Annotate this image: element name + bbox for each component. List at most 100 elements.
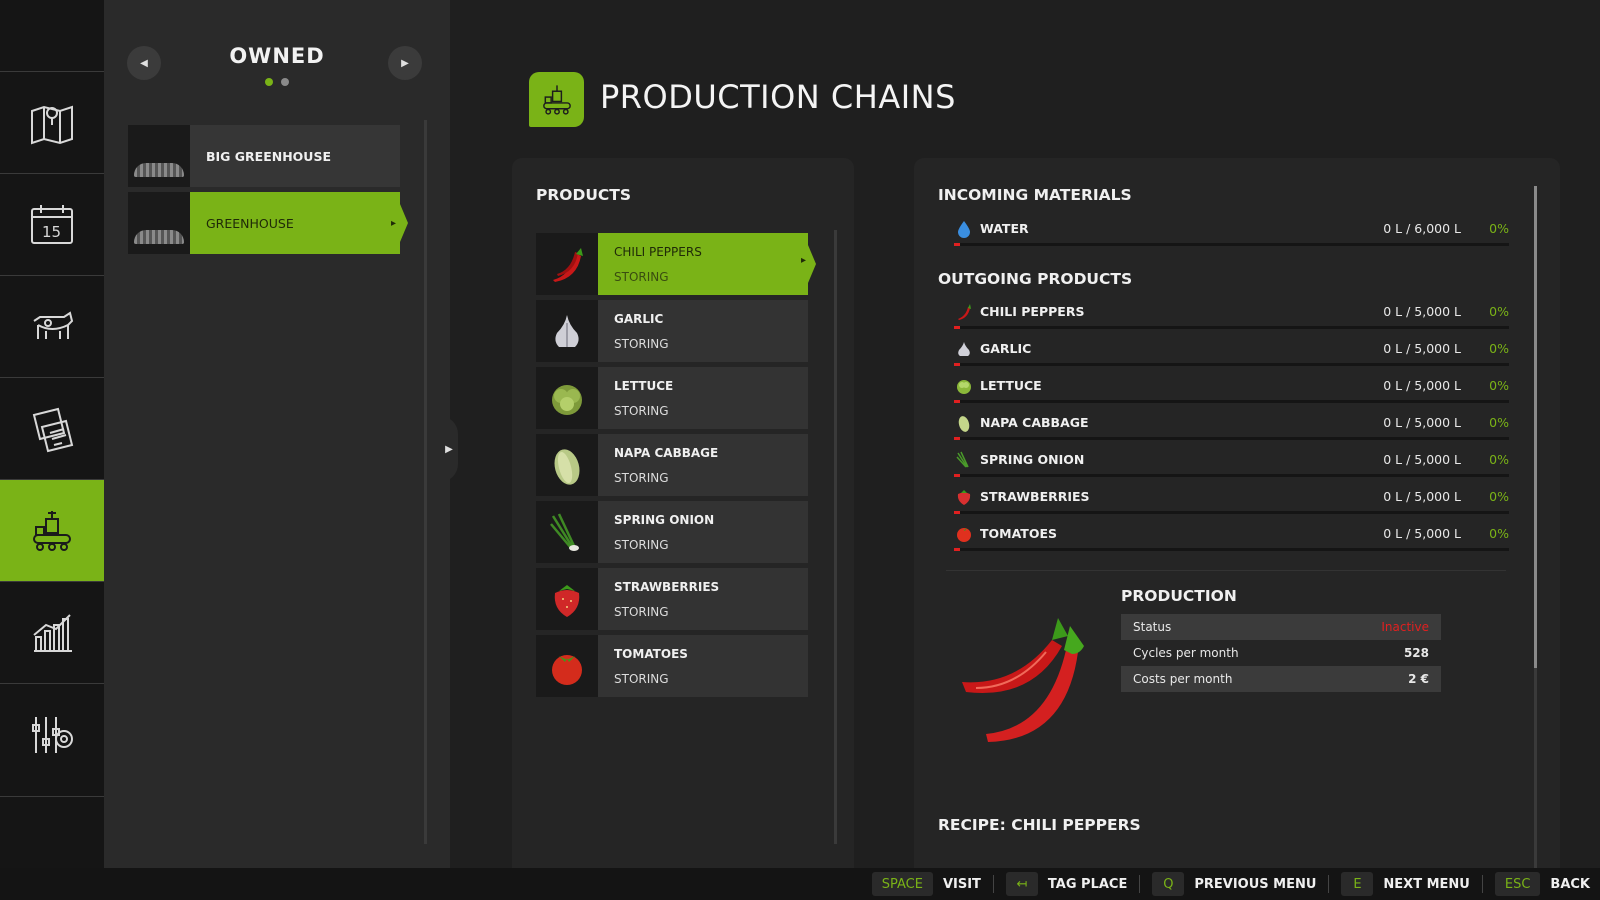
- collapse-panel-button[interactable]: ▶: [440, 416, 458, 482]
- product-name: NAPA CABBAGE: [980, 415, 1089, 430]
- spring-onion-icon: [954, 450, 974, 470]
- product-item-napa-cabbage[interactable]: NAPA CABBAGE STORING: [536, 434, 808, 496]
- outgoing-row-spring-onion: SPRING ONION 0 L / 5,000 L 0%: [954, 448, 1509, 484]
- product-status: STORING: [614, 403, 669, 418]
- hint-separator: [1139, 875, 1141, 893]
- nav-animals[interactable]: [0, 275, 104, 377]
- arrow-right-icon: ▶: [445, 443, 453, 455]
- nav-map[interactable]: [0, 71, 104, 173]
- material-percent: 0%: [1489, 221, 1509, 236]
- hint-separator: [1481, 875, 1483, 893]
- product-item-strawberries[interactable]: STRAWBERRIES STORING: [536, 568, 808, 630]
- product-amount: 0 L / 5,000 L: [1383, 526, 1461, 541]
- hint-separator: [1328, 875, 1330, 893]
- fill-bar: [954, 511, 1509, 514]
- tomato-icon: [536, 635, 598, 697]
- product-item-spring-onion[interactable]: SPRING ONION STORING: [536, 501, 808, 563]
- hint-tag-place[interactable]: ↤ TAG PLACE: [1005, 872, 1128, 896]
- chili-icon: [954, 302, 974, 322]
- hint-back[interactable]: ESC BACK: [1494, 872, 1590, 896]
- products-panel: PRODUCTS CHILI PEPPERS STORING GARLIC STOR…: [512, 158, 854, 868]
- calendar-icon: 15: [31, 204, 73, 244]
- fill-bar: [954, 437, 1509, 440]
- product-name: CHILI PEPPERS: [614, 244, 702, 259]
- next-page-button[interactable]: ▶: [388, 46, 422, 80]
- scrollbar-thumb[interactable]: [1534, 186, 1537, 668]
- svg-text:15: 15: [42, 223, 61, 241]
- owned-scrollbar[interactable]: [424, 120, 427, 844]
- hint-next-menu[interactable]: E NEXT MENU: [1341, 872, 1470, 896]
- garlic-icon: [536, 300, 598, 362]
- product-name: STRAWBERRIES: [980, 489, 1090, 504]
- details-scrollbar[interactable]: [1534, 186, 1537, 868]
- product-item-lettuce[interactable]: LETTUCE STORING: [536, 367, 808, 429]
- page-dot[interactable]: [281, 78, 289, 86]
- chili-icon: [536, 233, 598, 295]
- production-title: PRODUCTION: [1121, 587, 1237, 605]
- outgoing-row-tomatoes: TOMATOES 0 L / 5,000 L 0%: [954, 522, 1509, 558]
- stat-label: Status: [1133, 620, 1172, 634]
- strawberry-icon: [954, 487, 974, 507]
- product-amount: 0 L / 5,000 L: [1383, 452, 1461, 467]
- fill-bar: [954, 243, 1509, 246]
- product-percent: 0%: [1489, 378, 1509, 393]
- hint-action: BACK: [1550, 876, 1590, 892]
- owned-panel: ◀ OWNED ▶ BIG GREENHOUSE GREENHOUSE: [104, 0, 450, 868]
- product-name: GARLIC: [980, 341, 1032, 356]
- strawberry-icon: [536, 568, 598, 630]
- product-percent: 0%: [1489, 415, 1509, 430]
- product-status: STORING: [614, 269, 669, 284]
- status-value: Inactive: [1381, 620, 1429, 634]
- product-name: TOMATOES: [614, 646, 688, 661]
- product-status: STORING: [614, 604, 669, 619]
- place-item-big-greenhouse[interactable]: BIG GREENHOUSE: [128, 125, 400, 187]
- key-badge: Q: [1152, 872, 1185, 896]
- hint-previous-menu[interactable]: Q PREVIOUS MENU: [1152, 872, 1316, 896]
- key-hints-bar: SPACE VISIT ↤ TAG PLACE Q PREVIOUS MENU …: [0, 868, 1600, 900]
- spring-onion-icon: [536, 501, 598, 563]
- product-status: STORING: [614, 336, 669, 351]
- cow-icon: [33, 310, 74, 339]
- product-amount: 0 L / 5,000 L: [1383, 304, 1461, 319]
- product-name: STRAWBERRIES: [614, 579, 720, 594]
- fill-bar: [954, 400, 1509, 403]
- product-amount: 0 L / 5,000 L: [1383, 415, 1461, 430]
- garlic-icon: [954, 339, 974, 359]
- game-menu-screen: 15 ◀ OWNED ▶ BIG GREENHOUSE GREENHOUSE ▸…: [0, 0, 1600, 900]
- place-label: GREENHOUSE: [190, 192, 400, 254]
- outgoing-row-chili-peppers: CHILI PEPPERS 0 L / 5,000 L 0%: [954, 300, 1509, 336]
- outgoing-title: OUTGOING PRODUCTS: [938, 270, 1133, 288]
- page-title: PRODUCTION CHAINS: [600, 78, 956, 116]
- incoming-title: INCOMING MATERIALS: [938, 186, 1132, 204]
- page-dot[interactable]: [265, 78, 273, 86]
- product-amount: 0 L / 5,000 L: [1383, 378, 1461, 393]
- statistics-icon: [33, 613, 72, 652]
- product-status: STORING: [614, 671, 669, 686]
- nav-production[interactable]: [0, 479, 112, 581]
- place-item-greenhouse[interactable]: GREENHOUSE: [128, 192, 408, 254]
- key-badge: ↤: [1005, 872, 1038, 896]
- hint-action: TAG PLACE: [1047, 876, 1128, 892]
- nav-calendar[interactable]: 15: [0, 173, 104, 275]
- stat-row-cycles: Cycles per month 528: [1121, 640, 1441, 666]
- product-name: LETTUCE: [614, 378, 674, 393]
- cycles-value: 528: [1403, 646, 1429, 660]
- hint-separator: [992, 875, 994, 893]
- hint-visit[interactable]: SPACE VISIT: [871, 872, 981, 896]
- product-item-tomatoes[interactable]: TOMATOES STORING: [536, 635, 808, 697]
- product-item-chili-peppers[interactable]: CHILI PEPPERS STORING: [536, 233, 816, 295]
- nav-statistics[interactable]: [0, 581, 104, 683]
- nav-contracts[interactable]: [0, 377, 104, 479]
- production-icon: [33, 510, 71, 551]
- greenhouse-image: [128, 125, 190, 187]
- products-scrollbar[interactable]: [834, 230, 837, 844]
- details-panel: INCOMING MATERIALS WATER 0 L / 6,000 L 0…: [914, 158, 1560, 868]
- nav-settings[interactable]: [0, 683, 104, 785]
- greenhouse-image: [128, 192, 190, 254]
- page-dots: [104, 78, 450, 86]
- product-status: STORING: [614, 537, 669, 552]
- product-percent: 0%: [1489, 452, 1509, 467]
- contracts-icon: [32, 407, 74, 452]
- product-item-garlic[interactable]: GARLIC STORING: [536, 300, 808, 362]
- product-name: TOMATOES: [980, 526, 1057, 541]
